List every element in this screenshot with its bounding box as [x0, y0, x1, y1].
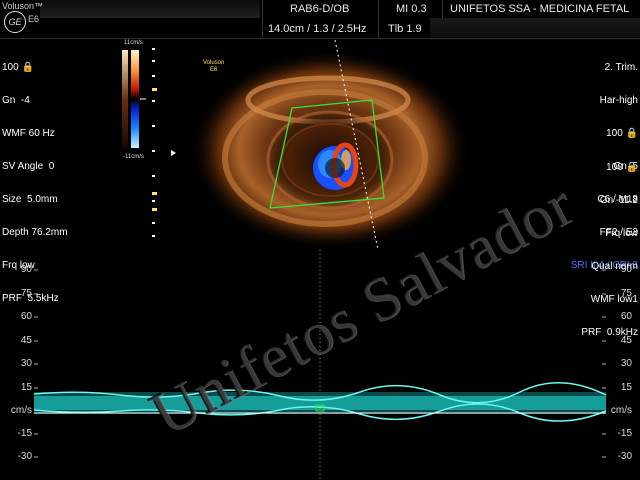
- scale-tick-left: 90: [20, 264, 32, 275]
- scale-tick-left: 60: [20, 311, 32, 322]
- scale-tick-left: 15: [20, 382, 32, 393]
- scale-tick-left: 75: [20, 288, 32, 299]
- focus-marker-icon: [171, 150, 176, 156]
- velocity-colorbar: [131, 50, 139, 148]
- scale-unit-left: cm/s: [10, 405, 32, 416]
- size-value: Size 5.0mm: [2, 194, 58, 205]
- power-value: 100 🔒: [606, 128, 638, 139]
- gain-value: Gn -11.2: [599, 195, 638, 206]
- sv-angle-value: SV Angle 0: [2, 161, 55, 172]
- power-value: 100 🔒: [2, 62, 34, 73]
- scale-tick-right: 75: [620, 288, 632, 299]
- scale-tick-right: -30: [617, 451, 632, 462]
- scale-tick-left: -15: [17, 428, 32, 439]
- scale-tick-right: 45: [620, 335, 632, 346]
- scale-unit-right: cm/s: [610, 405, 632, 416]
- image-badge: Voluson E6: [203, 60, 225, 73]
- wmf-value: WMF 60 Hz: [2, 128, 55, 139]
- power-value: 100 🔒: [606, 162, 638, 173]
- gray-colorbar: [122, 50, 128, 148]
- colorbar-top-label: 11cm/s: [124, 40, 143, 46]
- scale-tick-left: -30: [17, 451, 32, 462]
- harmonic-label: Har-high: [599, 95, 638, 106]
- scale-tick-right: 90: [620, 264, 632, 275]
- scale-tick-left: 45: [20, 335, 32, 346]
- scale-tick-right: 30: [620, 358, 632, 369]
- depth-value: Depth 76.2mm: [2, 227, 68, 238]
- scale-tick-right: 15: [620, 382, 632, 393]
- frq-value: Frq low: [605, 228, 638, 239]
- doppler-spectrum: [34, 396, 606, 410]
- scale-tick-left: 30: [20, 358, 32, 369]
- gain-value: Gn -4: [2, 95, 30, 106]
- scale-tick-right: 60: [620, 311, 632, 322]
- scale-tick-right: -15: [617, 428, 632, 439]
- trimester-label: 2. Trim.: [604, 62, 638, 73]
- colorbar-bottom-label: -11cm/s: [123, 154, 144, 160]
